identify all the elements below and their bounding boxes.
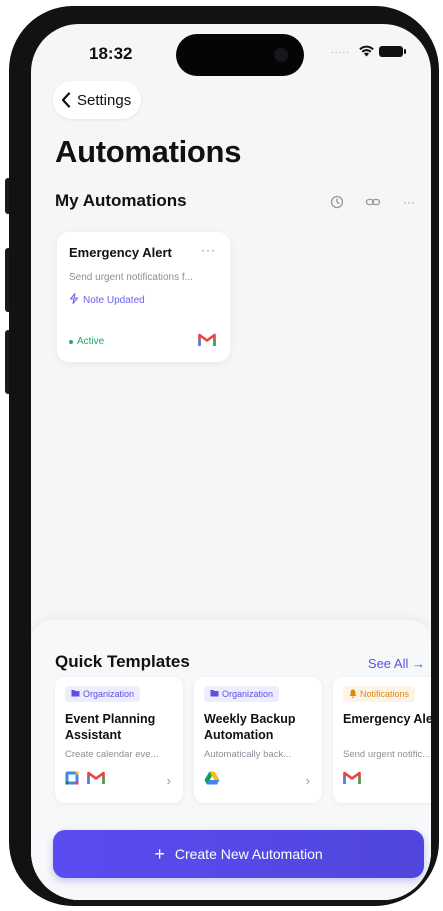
- camera-icon: [274, 48, 288, 62]
- template-card[interactable]: Organization Event Planning Assistant Cr…: [55, 677, 183, 803]
- phone-frame: 18:32 ..... Settings Automations My Auto…: [9, 6, 439, 906]
- screen: 18:32 ..... Settings Automations My Auto…: [31, 24, 431, 900]
- service-icons: [204, 771, 220, 790]
- status-badge: Active: [69, 336, 104, 347]
- google-drive-icon: [204, 771, 220, 790]
- template-name: Emergency Alert: [343, 712, 431, 726]
- service-icons: [65, 771, 105, 790]
- automation-name: Emergency Alert: [69, 245, 172, 260]
- template-name: Event Planning Assistant: [65, 712, 156, 742]
- status-time: 18:32: [89, 44, 133, 63]
- category-tag: Organization: [204, 686, 280, 702]
- chevron-right-icon: ›: [166, 773, 171, 788]
- google-calendar-icon: [65, 771, 79, 790]
- tag-label: Organization: [222, 689, 274, 699]
- back-label: Settings: [77, 91, 132, 109]
- template-description: Create calendar eve...: [65, 749, 159, 760]
- lightning-icon: [69, 293, 79, 307]
- wifi-icon: [358, 44, 375, 62]
- tag-label: Organization: [83, 689, 135, 699]
- see-all-link[interactable]: See All →: [368, 656, 425, 671]
- gmail-icon: [198, 333, 216, 352]
- dynamic-island: [176, 34, 304, 76]
- chevron-right-icon: ›: [305, 773, 310, 788]
- chevron-left-icon: [61, 92, 71, 108]
- trigger-label: Note Updated: [83, 294, 145, 306]
- folder-icon: [210, 689, 219, 699]
- status-label: Active: [77, 336, 105, 347]
- my-automations-title: My Automations: [55, 191, 187, 210]
- card-more-button[interactable]: ···: [201, 243, 216, 257]
- quick-templates-sheet: Quick Templates See All → Organization E…: [31, 620, 431, 900]
- service-icons: [343, 771, 361, 790]
- tag-label: Notifications: [360, 689, 410, 699]
- page-title: Automations: [55, 134, 242, 169]
- link-icon[interactable]: [363, 192, 383, 212]
- template-card[interactable]: Notifications Emergency Alert Send urgen…: [333, 677, 431, 803]
- section-actions: ···: [327, 192, 419, 212]
- automation-trigger: Note Updated: [69, 293, 145, 307]
- template-name: Weekly Backup Automation: [204, 712, 296, 742]
- status-dot: [69, 339, 73, 344]
- quick-templates-title: Quick Templates: [55, 652, 190, 671]
- category-tag: Organization: [65, 686, 141, 702]
- automation-card[interactable]: Emergency Alert ··· Send urgent notifica…: [57, 232, 230, 362]
- battery-icon: [379, 46, 406, 57]
- more-icon[interactable]: ···: [399, 192, 419, 212]
- create-button-label: Create New Automation: [174, 846, 323, 862]
- bell-icon: [349, 689, 357, 700]
- folder-icon: [71, 689, 80, 699]
- category-tag: Notifications: [343, 686, 416, 702]
- gmail-icon: [343, 771, 361, 790]
- automation-description: Send urgent notifications f...: [69, 272, 193, 283]
- template-description: Send urgent notific...: [343, 749, 431, 760]
- signal-icon: .....: [331, 45, 350, 56]
- plus-icon: +: [154, 844, 165, 864]
- history-icon[interactable]: [327, 192, 347, 212]
- template-card[interactable]: Organization Weekly Backup Automation Au…: [194, 677, 322, 803]
- create-automation-button[interactable]: + Create New Automation: [53, 830, 424, 878]
- gmail-icon: [87, 771, 105, 790]
- back-button[interactable]: Settings: [53, 81, 142, 119]
- template-description: Automatically back...: [204, 749, 292, 760]
